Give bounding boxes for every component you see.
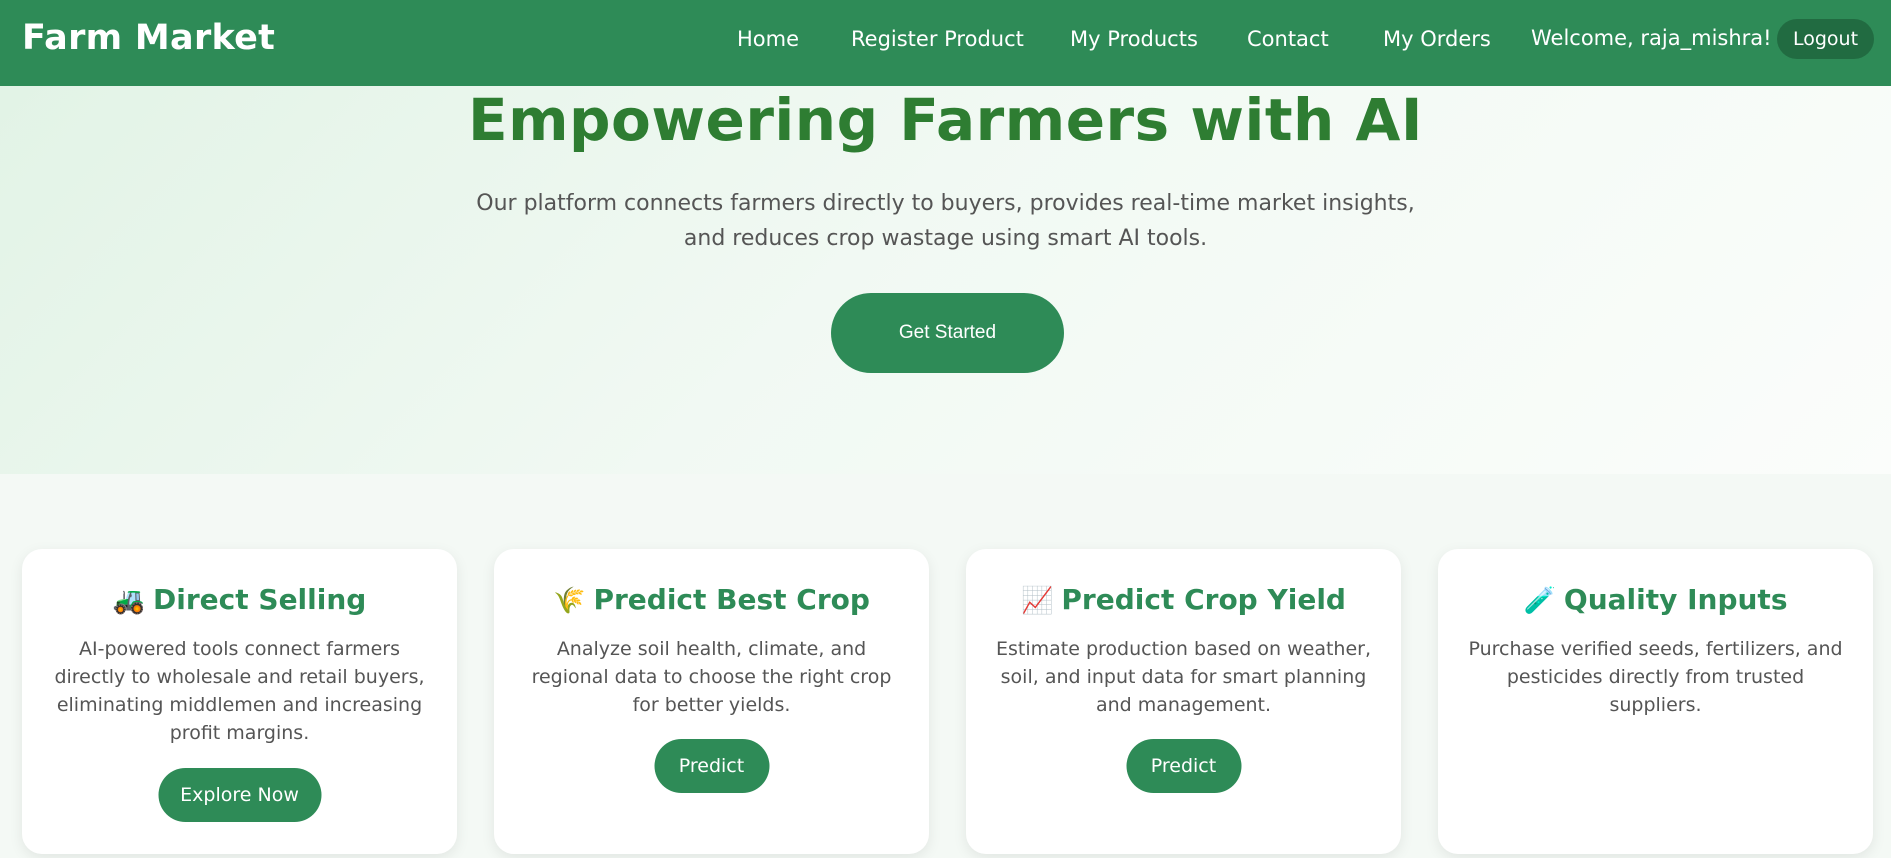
- feature-title: 🌾 Predict Best Crop: [494, 583, 929, 616]
- feature-description: AI-powered tools connect farmers directl…: [54, 638, 425, 744]
- brand-logo[interactable]: Farm Market: [22, 18, 275, 58]
- explore-now-button[interactable]: Explore Now: [158, 768, 321, 822]
- chart-increasing-icon: 📈: [1021, 586, 1054, 616]
- feature-title-text: Predict Best Crop: [593, 583, 870, 616]
- welcome-message: Welcome, raja_mishra!: [1531, 26, 1772, 50]
- features-section: 🚜 Direct Selling AI-powered tools connect…: [0, 474, 1891, 858]
- nav-home[interactable]: Home: [737, 27, 799, 51]
- predict-best-crop-button[interactable]: Predict: [654, 739, 769, 793]
- hero-section: Empowering Farmers with AI Our platform …: [0, 86, 1891, 474]
- nav-contact[interactable]: Contact: [1247, 27, 1329, 51]
- tractor-icon: 🚜: [112, 586, 146, 616]
- nav-register-product[interactable]: Register Product: [851, 27, 1024, 51]
- get-started-button[interactable]: Get Started: [831, 293, 1064, 373]
- logout-button[interactable]: Logout: [1777, 19, 1874, 59]
- feature-card-predict-crop-yield: 📈 Predict Crop Yield Estimate production …: [966, 549, 1401, 854]
- feature-description: Purchase verified seeds, fertilizers, an…: [1468, 638, 1843, 716]
- feature-title: 🚜 Direct Selling: [22, 583, 457, 616]
- feature-card-quality-inputs: 🧪 Quality Inputs Purchase verified seeds,…: [1438, 549, 1873, 854]
- feature-description: Analyze soil health, climate, and region…: [531, 638, 892, 716]
- wheat-icon: 🌾: [553, 586, 586, 616]
- nav-my-products[interactable]: My Products: [1070, 27, 1198, 51]
- feature-title: 🧪 Quality Inputs: [1438, 583, 1873, 616]
- hero-subtitle-line-1: Our platform connects farmers directly t…: [476, 191, 1415, 216]
- feature-card-predict-best-crop: 🌾 Predict Best Crop Analyze soil health, …: [494, 549, 929, 854]
- feature-description: Estimate production based on weather, so…: [995, 638, 1372, 716]
- feature-title-text: Quality Inputs: [1563, 583, 1788, 616]
- top-navbar: Farm Market Home Register Product My Pro…: [0, 0, 1891, 86]
- feature-card-direct-selling: 🚜 Direct Selling AI-powered tools connect…: [22, 549, 457, 854]
- feature-title-text: Direct Selling: [153, 583, 367, 616]
- feature-title-text: Predict Crop Yield: [1061, 583, 1346, 616]
- predict-crop-yield-button[interactable]: Predict: [1126, 739, 1241, 793]
- feature-title: 📈 Predict Crop Yield: [966, 583, 1401, 616]
- nav-my-orders[interactable]: My Orders: [1383, 27, 1491, 51]
- hero-subtitle-line-2: and reduces crop wastage using smart AI …: [683, 226, 1208, 251]
- test-tube-icon: 🧪: [1523, 586, 1556, 616]
- hero-title: Empowering Farmers with AI: [467, 86, 1424, 154]
- hero-subtitle: Our platform connects farmers directly t…: [0, 186, 1891, 256]
